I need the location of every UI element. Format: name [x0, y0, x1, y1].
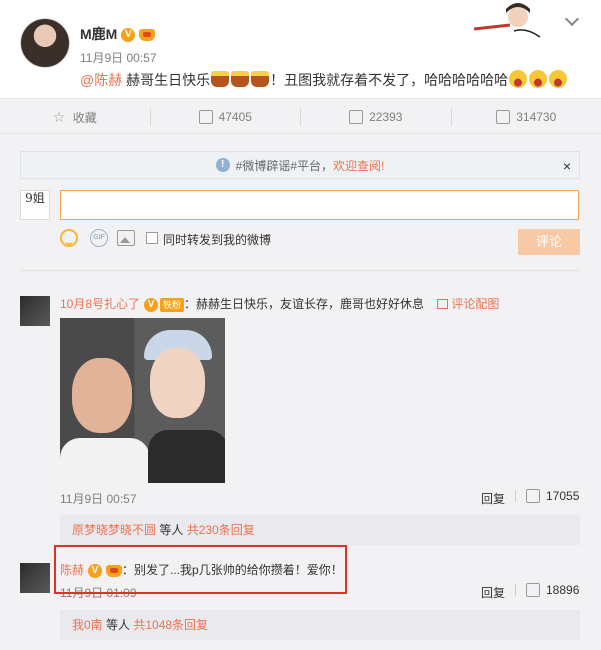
- sub-replies-link[interactable]: 我0南 等人 共1048条回复: [60, 610, 580, 640]
- post-author-row: M鹿M V: [80, 24, 156, 44]
- image-icon[interactable]: [117, 230, 135, 246]
- verified-icon: V: [144, 297, 159, 312]
- post-text: @陈赫 赫哥生日快乐 ！丑图我就存着不发了，哈哈哈哈哈哈: [80, 70, 568, 90]
- laugh-emoji-icon: [549, 70, 568, 88]
- author-avatar[interactable]: [20, 18, 70, 68]
- post-text-part2: ！丑图我就存着不发了，哈哈哈哈哈哈: [270, 72, 509, 88]
- sub-reply-user[interactable]: 我0南: [72, 618, 103, 632]
- forward-count: 47405: [218, 110, 252, 124]
- post-mention[interactable]: @陈赫: [80, 72, 122, 88]
- sub-reply-user[interactable]: 原梦晓梦晓不圆: [72, 523, 156, 537]
- post-text-part1: 赫哥生日快乐: [122, 72, 211, 88]
- rumor-notice-bar: ! #微博辟谣#平台， 欢迎查阅! ×: [20, 151, 580, 179]
- comment-like-button[interactable]: 17055: [515, 489, 579, 503]
- comment-time: 11月9日 00:57: [60, 492, 137, 506]
- forward-button[interactable]: 47405: [151, 108, 301, 126]
- repost-label: 同时转发到我的微博: [163, 233, 272, 247]
- favorite-button[interactable]: ☆ 收藏: [0, 108, 151, 126]
- sub-reply-mid: 等人: [102, 618, 134, 632]
- close-icon[interactable]: ×: [563, 158, 571, 174]
- comment-body: 10月8号扎心了 V 铁粉 ：赫赫生日快乐，友谊长存，鹿哥也好好休息 评论配图: [60, 295, 499, 312]
- comment-count: 22393: [369, 110, 403, 124]
- comment-text: ：赫赫生日快乐，友谊长存，鹿哥也好好休息: [184, 297, 425, 311]
- cake-emoji-icon: [251, 71, 270, 87]
- like-button[interactable]: 314730: [452, 108, 601, 126]
- photo-face: [150, 348, 205, 418]
- chevron-down-icon[interactable]: [565, 14, 579, 28]
- photo-shirt: [148, 430, 225, 483]
- repost-checkbox[interactable]: [146, 232, 158, 244]
- comment-like-count: 18896: [546, 583, 580, 597]
- weibo-post: M鹿M V 11月9日 00:57 @陈赫 赫哥生日快乐 ！丑图我就存着不发了，哈哈…: [0, 0, 601, 98]
- separator: [515, 490, 516, 502]
- post-author-name[interactable]: M鹿M: [80, 26, 117, 42]
- post-time[interactable]: 11月9日 00:57: [80, 49, 157, 66]
- comment-like-button[interactable]: 18896: [515, 583, 579, 597]
- forward-icon: [198, 110, 213, 124]
- post-action-bar: ☆ 收藏 47405 22393 314730: [0, 98, 601, 134]
- comment-image-label: 评论配图: [451, 297, 500, 311]
- fan-badge: 铁粉: [160, 297, 185, 312]
- thumbs-up-icon: [496, 110, 511, 124]
- divider: [20, 270, 580, 271]
- info-icon: !: [215, 158, 230, 172]
- comment-input[interactable]: [60, 190, 579, 220]
- thumbs-up-icon: [526, 583, 540, 597]
- highlight-box: [54, 545, 347, 594]
- photo-face: [72, 358, 132, 433]
- thumbs-up-icon: [526, 489, 540, 503]
- picture-icon: [437, 299, 449, 309]
- sub-reply-mid: 等人: [156, 523, 187, 537]
- laugh-emoji-icon: [509, 70, 528, 88]
- reply-button[interactable]: 回复: [481, 490, 505, 507]
- vip-crown-icon: [139, 29, 156, 42]
- submit-comment-button[interactable]: 评论: [518, 229, 580, 255]
- verified-icon: V: [121, 28, 136, 43]
- sub-replies-link[interactable]: 原梦晓梦晓不圆 等人 共230条回复: [60, 515, 580, 545]
- comment-image-link[interactable]: 评论配图: [437, 297, 499, 311]
- cake-emoji-icon: [231, 71, 250, 87]
- my-avatar: 9姐: [20, 190, 50, 220]
- comment-author[interactable]: 10月8号扎心了: [60, 297, 140, 311]
- comment-icon: [349, 110, 364, 124]
- notice-link[interactable]: 欢迎查阅!: [333, 157, 384, 174]
- comment-avatar[interactable]: [20, 563, 50, 593]
- laugh-emoji-icon: [529, 70, 548, 88]
- separator: [515, 584, 516, 596]
- comment-photo[interactable]: [60, 318, 225, 483]
- photo-shirt: [60, 438, 150, 483]
- favorite-label: 收藏: [72, 110, 97, 125]
- emoji-icon[interactable]: [60, 229, 78, 247]
- comment-button[interactable]: 22393: [301, 108, 452, 126]
- like-count: 314730: [516, 110, 557, 124]
- notice-text: #微博辟谣#平台，: [235, 158, 333, 173]
- gif-icon[interactable]: GIF: [90, 229, 108, 247]
- star-icon: ☆: [52, 109, 66, 125]
- comment-avatar[interactable]: [20, 296, 50, 326]
- comment-like-count: 17055: [546, 489, 580, 503]
- cake-emoji-icon: [211, 71, 230, 87]
- sub-reply-count[interactable]: 共230条回复: [187, 523, 255, 537]
- cartoon-sticker-icon: [473, 3, 541, 38]
- sub-reply-count[interactable]: 共1048条回复: [133, 618, 208, 632]
- reply-button[interactable]: 回复: [481, 584, 505, 601]
